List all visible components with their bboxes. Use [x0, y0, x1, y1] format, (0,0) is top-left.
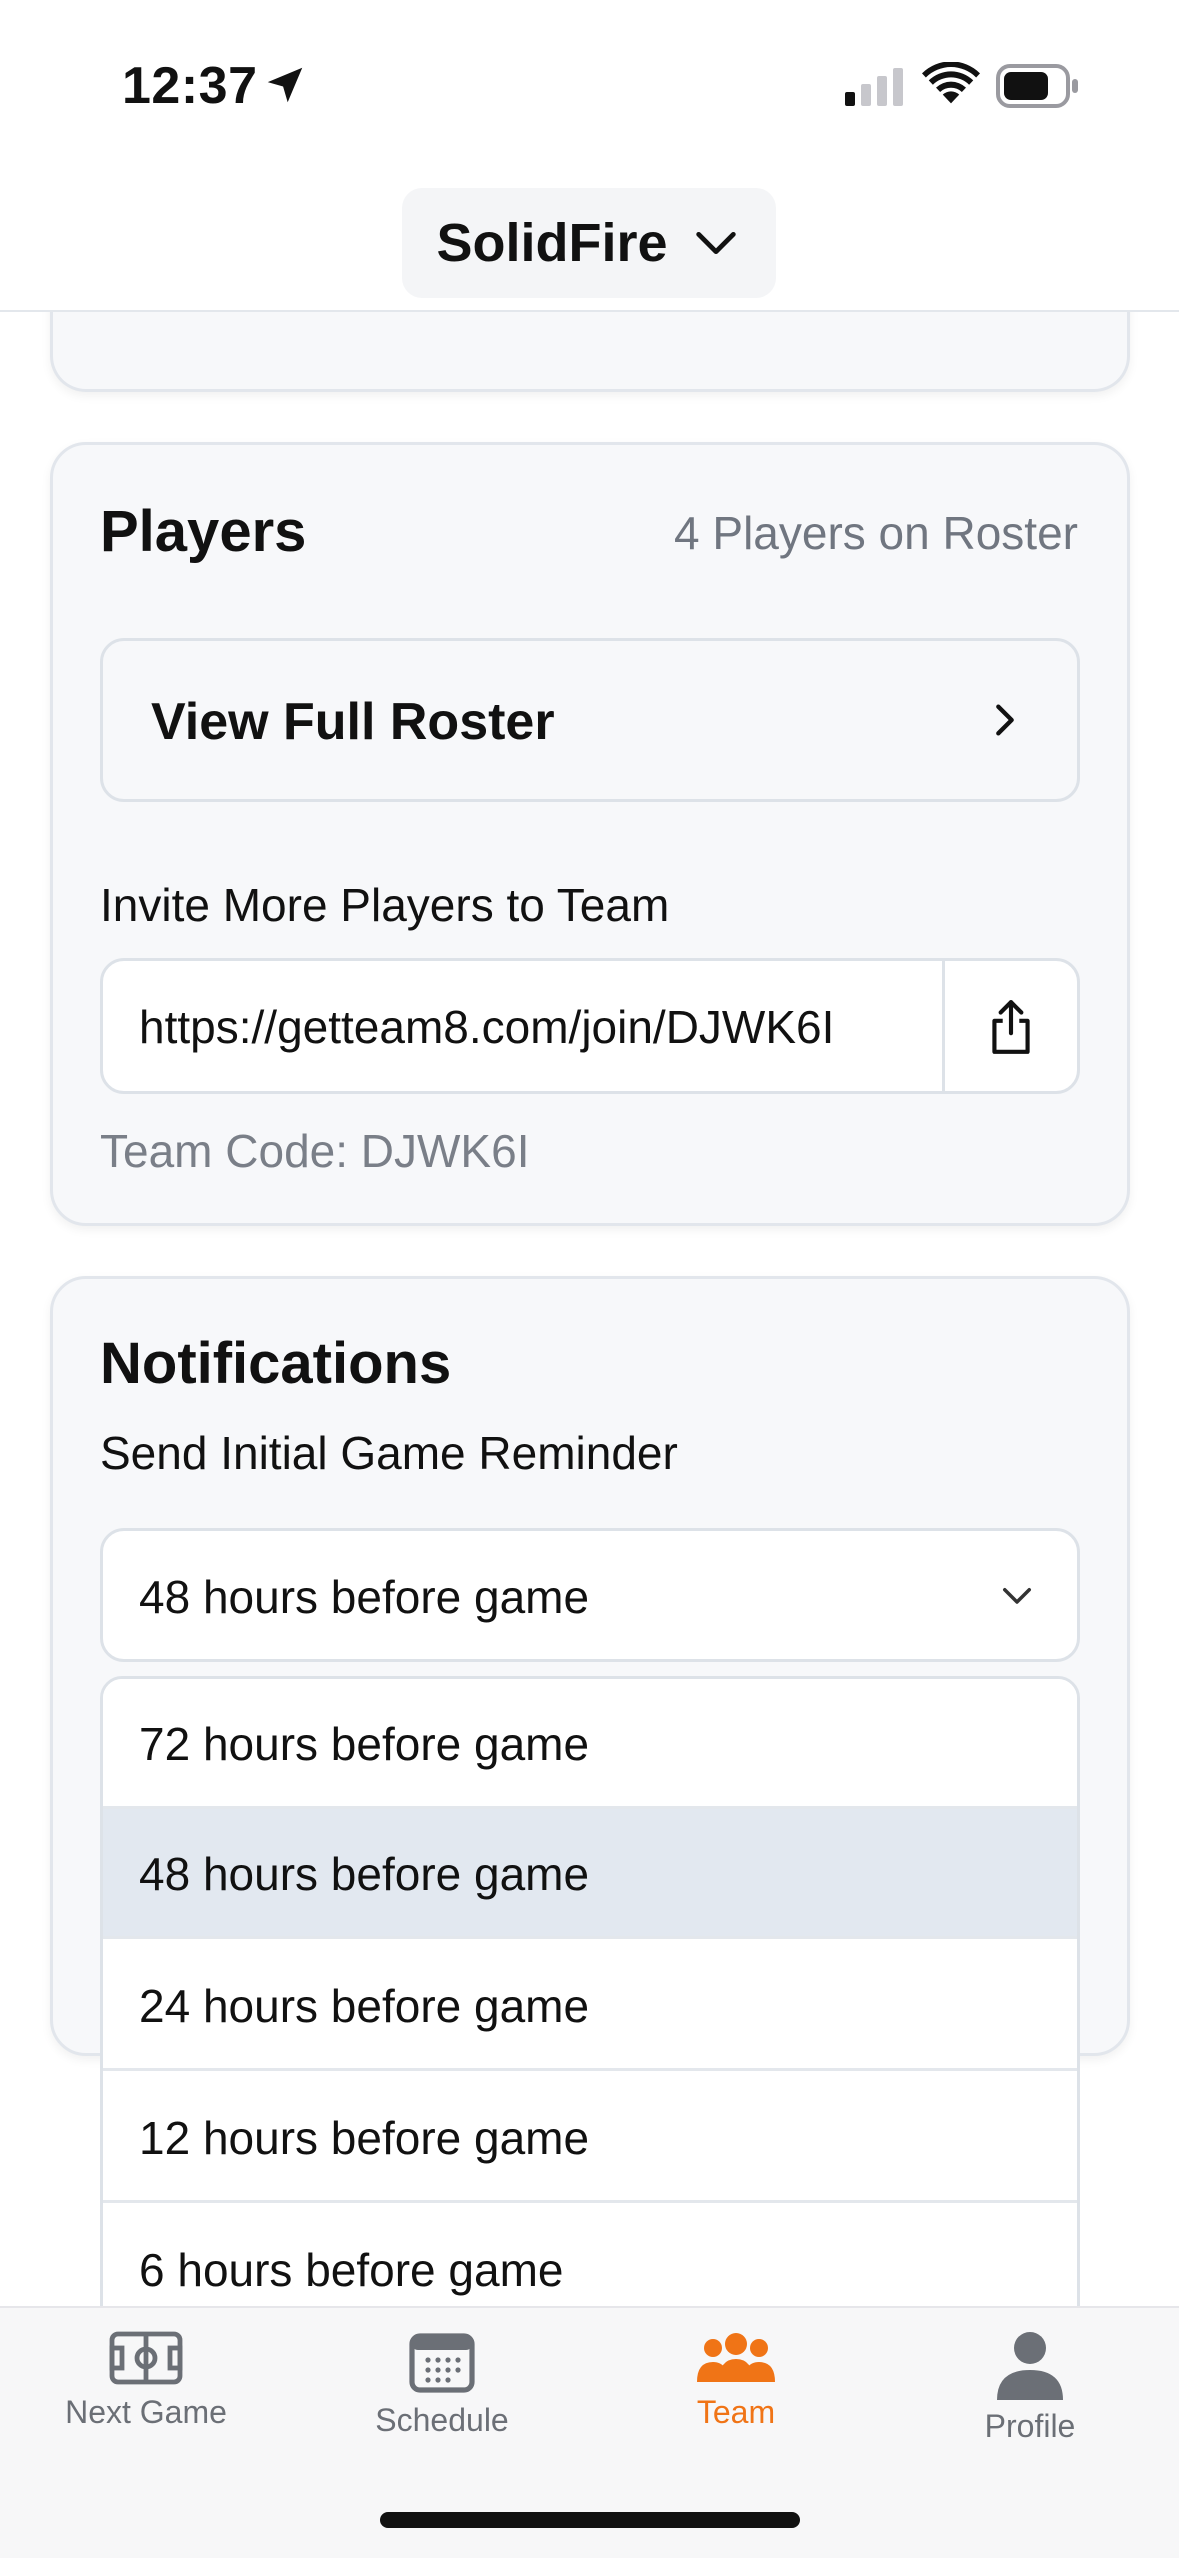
players-title: Players [100, 499, 307, 564]
game-reminder-label: Send Initial Game Reminder [100, 1427, 678, 1479]
tab-label: Schedule [375, 2402, 509, 2438]
calendar-icon [409, 2333, 475, 2393]
dropdown-option[interactable]: 24 hours before game [103, 1941, 1077, 2071]
invite-link-text: https://getteam8.com/join/DJWK6I [139, 1001, 835, 1053]
tab-next-game[interactable]: Next Game [36, 2320, 256, 2460]
team-code: Team Code: DJWK6I [100, 1125, 530, 1177]
battery-icon [996, 64, 1078, 108]
chevron-right-icon [996, 704, 1014, 736]
tab-label: Team [696, 2394, 776, 2430]
tab-label: Next Game [65, 2394, 227, 2430]
tab-profile[interactable]: Profile [920, 2320, 1140, 2460]
share-icon[interactable] [986, 998, 1036, 1056]
notifications-title: Notifications [100, 1331, 452, 1396]
wifi-icon [922, 62, 980, 104]
team-name: SolidFire [436, 213, 668, 273]
location-arrow-icon [267, 67, 303, 103]
team-icon [697, 2333, 775, 2382]
team-selector-button[interactable]: SolidFire [402, 188, 776, 298]
dropdown-option[interactable]: 72 hours before game [103, 1679, 1077, 1809]
invite-players-label: Invite More Players to Team [100, 879, 670, 931]
roster-count: 4 Players on Roster [674, 507, 1078, 559]
dropdown-option[interactable]: 6 hours before game [103, 2205, 1077, 2313]
dropdown-option[interactable]: 12 hours before game [103, 2073, 1077, 2203]
share-divider [942, 961, 945, 1091]
home-indicator [380, 2512, 800, 2528]
view-full-roster-label: View Full Roster [151, 693, 555, 751]
game-reminder-selected-value: 48 hours before game [139, 1571, 590, 1623]
chevron-down-icon [1003, 1588, 1031, 1604]
cellular-signal-icon [845, 68, 903, 106]
status-time: 12:37 [122, 57, 258, 115]
tab-label: Profile [984, 2408, 1076, 2444]
tab-schedule[interactable]: Schedule [332, 2320, 552, 2460]
field-icon [109, 2331, 183, 2385]
chevron-down-icon [695, 231, 736, 255]
tab-team[interactable]: Team [626, 2320, 846, 2460]
reminder-dropdown-menu: 72 hours before game 48 hours before gam… [100, 1676, 1080, 2316]
dropdown-option-selected[interactable]: 48 hours before game [103, 1809, 1077, 1939]
person-icon [997, 2332, 1063, 2400]
